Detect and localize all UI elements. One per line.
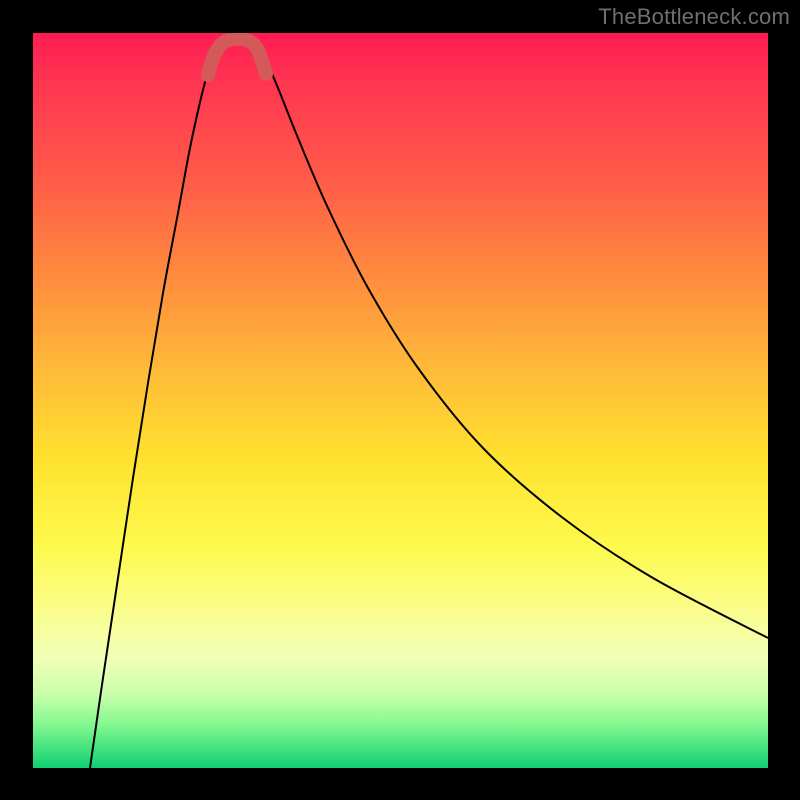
valley-red-path (208, 39, 266, 75)
curve-right-path (255, 38, 768, 638)
chart-frame: TheBottleneck.com (0, 0, 800, 800)
curve-left-path (90, 38, 220, 768)
watermark-text: TheBottleneck.com (598, 4, 790, 30)
curve-layer (33, 33, 768, 768)
plot-area (33, 33, 768, 768)
